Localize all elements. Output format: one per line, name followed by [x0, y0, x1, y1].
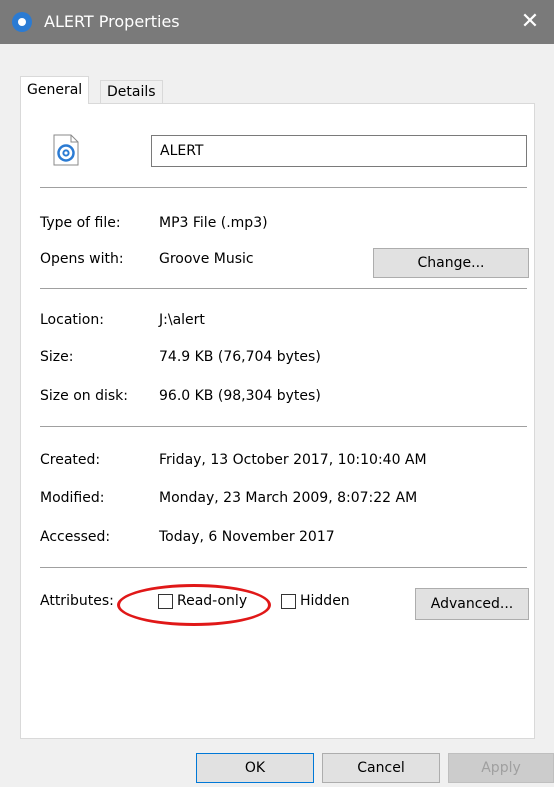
accessed-value: Today, 6 November 2017: [159, 529, 335, 545]
general-panel: Type of file: MP3 File (.mp3) Opens with…: [20, 103, 535, 739]
file-name-input[interactable]: [151, 135, 527, 167]
opens-with-label: Opens with:: [40, 251, 124, 267]
divider: [40, 426, 527, 427]
groove-music-file-icon: [53, 134, 79, 166]
size-value: 74.9 KB (76,704 bytes): [159, 349, 321, 365]
properties-dialog: ALERT Properties ✕ General Details Type …: [0, 0, 554, 787]
size-on-disk-value: 96.0 KB (98,304 bytes): [159, 388, 321, 404]
size-label: Size:: [40, 349, 74, 365]
divider: [40, 187, 527, 188]
close-icon: ✕: [520, 9, 540, 34]
divider: [40, 567, 527, 568]
accessed-label: Accessed:: [40, 529, 111, 545]
close-button[interactable]: ✕: [506, 0, 554, 44]
window-title: ALERT Properties: [44, 12, 180, 31]
modified-label: Modified:: [40, 490, 105, 506]
attributes-label: Attributes:: [40, 593, 114, 609]
type-of-file-label: Type of file:: [40, 215, 121, 231]
opens-with-value: Groove Music: [159, 251, 254, 267]
tab-details[interactable]: Details: [100, 80, 163, 103]
change-button[interactable]: Change...: [373, 248, 529, 278]
cancel-button[interactable]: Cancel: [322, 753, 440, 783]
advanced-button[interactable]: Advanced...: [415, 588, 529, 620]
created-label: Created:: [40, 452, 101, 468]
hidden-label[interactable]: Hidden: [300, 590, 350, 612]
read-only-highlight-circle: [117, 584, 271, 626]
modified-value: Monday, 23 March 2009, 8:07:22 AM: [159, 490, 418, 506]
type-of-file-value: MP3 File (.mp3): [159, 215, 268, 231]
ok-button[interactable]: OK: [196, 753, 314, 783]
title-bar[interactable]: ALERT Properties ✕: [0, 0, 554, 44]
size-on-disk-label: Size on disk:: [40, 388, 128, 404]
location-label: Location:: [40, 312, 104, 328]
groove-music-icon: [12, 12, 32, 32]
apply-button[interactable]: Apply: [448, 753, 554, 783]
created-value: Friday, 13 October 2017, 10:10:40 AM: [159, 452, 427, 468]
tab-general[interactable]: General: [20, 76, 90, 104]
location-value: J:\alert: [159, 312, 205, 328]
divider: [40, 288, 527, 289]
hidden-checkbox[interactable]: [281, 594, 296, 609]
